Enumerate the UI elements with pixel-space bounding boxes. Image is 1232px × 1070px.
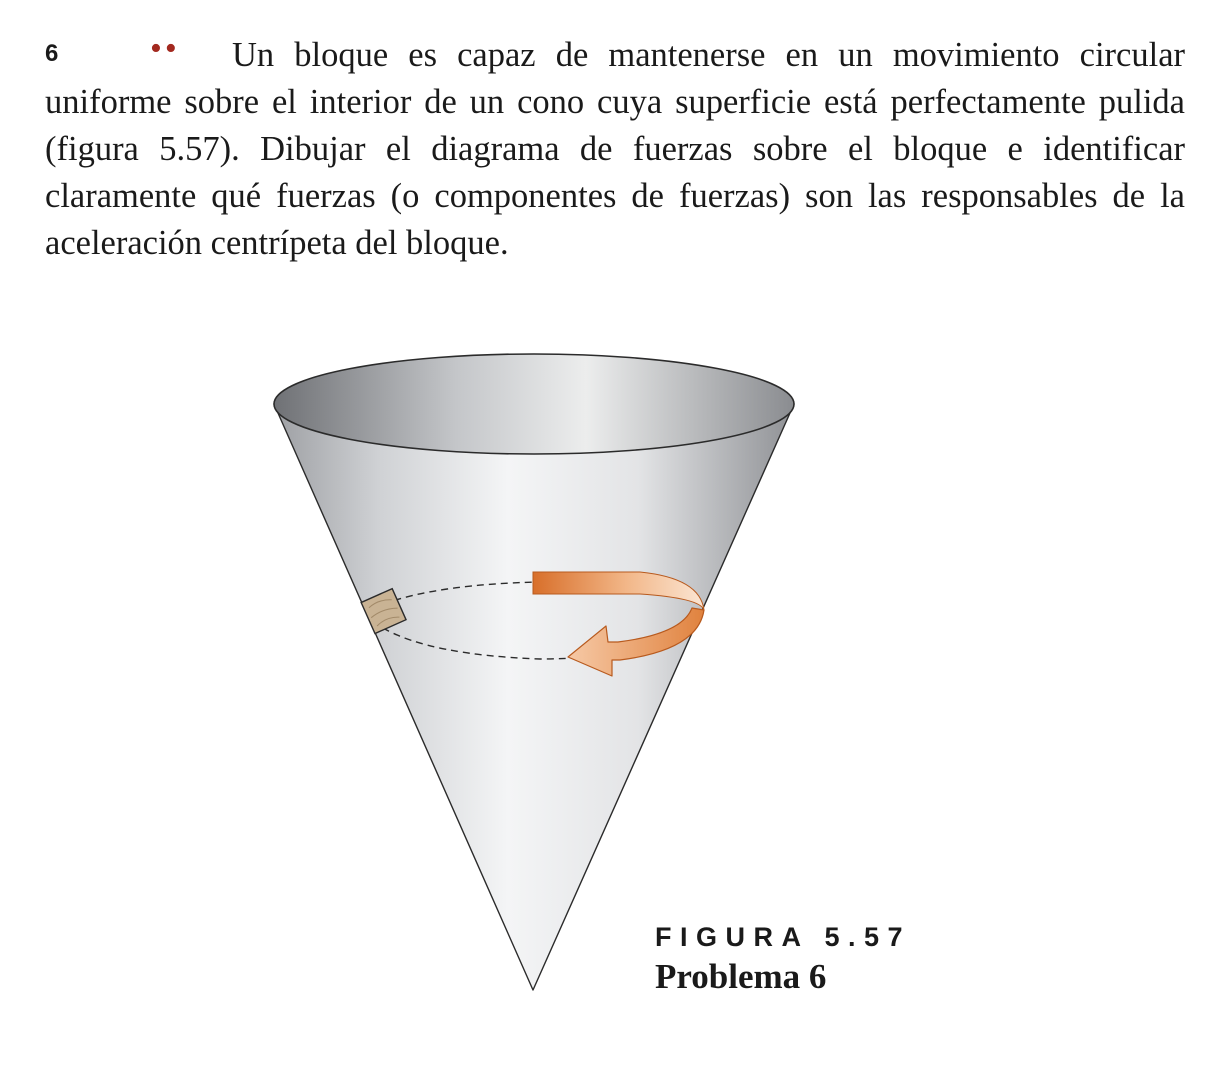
cone-opening [273,353,795,455]
cone-body [273,403,795,991]
figure-label: FIGURA 5.57 [655,922,912,952]
cone-figure [273,353,795,991]
figure-caption: FIGURA 5.57 Problema 6 [655,920,911,1000]
figure-title: Problema 6 [655,957,827,996]
